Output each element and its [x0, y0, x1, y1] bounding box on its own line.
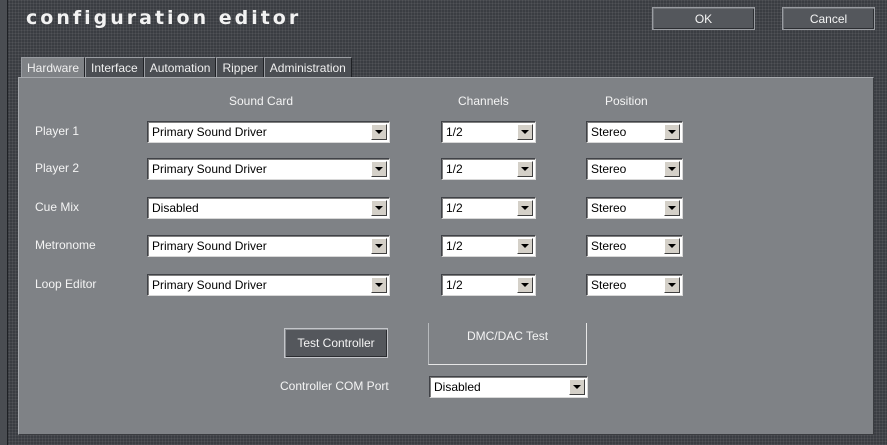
- sound-card-select-player-2[interactable]: Primary Sound Driver: [147, 158, 390, 180]
- position-select-cue-mix[interactable]: Stereo: [586, 197, 683, 219]
- channels-value: 1/2: [446, 239, 463, 253]
- com-port-value: Disabled: [434, 380, 481, 394]
- position-select-metronome[interactable]: Stereo: [586, 235, 683, 257]
- row-label-cue-mix: Cue Mix: [35, 200, 80, 214]
- position-value: Stereo: [591, 239, 627, 253]
- position-select-player-1[interactable]: Stereo: [586, 121, 683, 143]
- sound-card-value: Primary Sound Driver: [152, 278, 267, 292]
- sound-card-select-metronome[interactable]: Primary Sound Driver: [147, 235, 390, 257]
- chevron-down-icon[interactable]: [371, 238, 387, 254]
- sound-card-select-loop-editor[interactable]: Primary Sound Driver: [147, 274, 390, 296]
- test-controller-button[interactable]: Test Controller: [284, 328, 388, 358]
- chevron-down-icon[interactable]: [664, 161, 680, 177]
- sound-card-select-cue-mix[interactable]: Disabled: [147, 197, 390, 219]
- channels-select-player-2[interactable]: 1/2: [441, 158, 536, 180]
- channels-value: 1/2: [446, 278, 463, 292]
- position-header: Position: [605, 94, 648, 108]
- position-value: Stereo: [591, 162, 627, 176]
- chevron-down-icon[interactable]: [569, 379, 585, 395]
- sound-card-value: Primary Sound Driver: [152, 162, 267, 176]
- cancel-button[interactable]: Cancel: [782, 7, 875, 30]
- chevron-down-icon[interactable]: [517, 124, 533, 140]
- sound-card-value: Primary Sound Driver: [152, 125, 267, 139]
- com-port-label: Controller COM Port: [280, 379, 389, 393]
- tab-automation[interactable]: Automation: [143, 57, 217, 78]
- chevron-down-icon[interactable]: [371, 277, 387, 293]
- chevron-down-icon[interactable]: [517, 161, 533, 177]
- position-select-loop-editor[interactable]: Stereo: [586, 274, 683, 296]
- chevron-down-icon[interactable]: [664, 124, 680, 140]
- channels-value: 1/2: [446, 201, 463, 215]
- row-label-metronome: Metronome: [35, 238, 96, 252]
- left-window-edge: [0, 0, 8, 445]
- tab-interface[interactable]: Interface: [85, 57, 144, 78]
- chevron-down-icon[interactable]: [664, 238, 680, 254]
- row-label-loop-editor: Loop Editor: [35, 277, 97, 291]
- sound-card-select-player-1[interactable]: Primary Sound Driver: [147, 121, 390, 143]
- channels-select-loop-editor[interactable]: 1/2: [441, 274, 536, 296]
- channels-value: 1/2: [446, 125, 463, 139]
- tab-ripper[interactable]: Ripper: [216, 57, 264, 78]
- sound-card-header: Sound Card: [229, 94, 294, 108]
- tab-bar: Hardware Interface Automation Ripper Adm…: [21, 57, 352, 80]
- sound-card-value: Disabled: [152, 201, 199, 215]
- dmc-dac-test-box[interactable]: DMC/DAC Test: [428, 323, 587, 365]
- chevron-down-icon[interactable]: [664, 277, 680, 293]
- chevron-down-icon[interactable]: [371, 161, 387, 177]
- channels-select-player-1[interactable]: 1/2: [441, 121, 536, 143]
- chevron-down-icon[interactable]: [517, 277, 533, 293]
- position-value: Stereo: [591, 201, 627, 215]
- chevron-down-icon[interactable]: [517, 238, 533, 254]
- row-label-player-2: Player 2: [35, 161, 80, 175]
- channels-header: Channels: [458, 94, 509, 108]
- channels-value: 1/2: [446, 162, 463, 176]
- channels-select-cue-mix[interactable]: 1/2: [441, 197, 536, 219]
- com-port-select[interactable]: Disabled: [429, 376, 588, 398]
- position-value: Stereo: [591, 278, 627, 292]
- chevron-down-icon[interactable]: [664, 200, 680, 216]
- position-select-player-2[interactable]: Stereo: [586, 158, 683, 180]
- ok-button[interactable]: OK: [652, 7, 755, 30]
- chevron-down-icon[interactable]: [517, 200, 533, 216]
- hardware-panel: Sound Card Channels Position Player 1 Pr…: [18, 77, 874, 435]
- chevron-down-icon[interactable]: [371, 124, 387, 140]
- chevron-down-icon[interactable]: [371, 200, 387, 216]
- tab-administration[interactable]: Administration: [263, 57, 352, 78]
- dmc-dac-test-label: DMC/DAC Test: [466, 329, 549, 343]
- row-label-player-1: Player 1: [35, 124, 80, 138]
- channels-select-metronome[interactable]: 1/2: [441, 235, 536, 257]
- sound-card-value: Primary Sound Driver: [152, 239, 267, 253]
- position-value: Stereo: [591, 125, 627, 139]
- app-title: configuration editor: [26, 7, 302, 29]
